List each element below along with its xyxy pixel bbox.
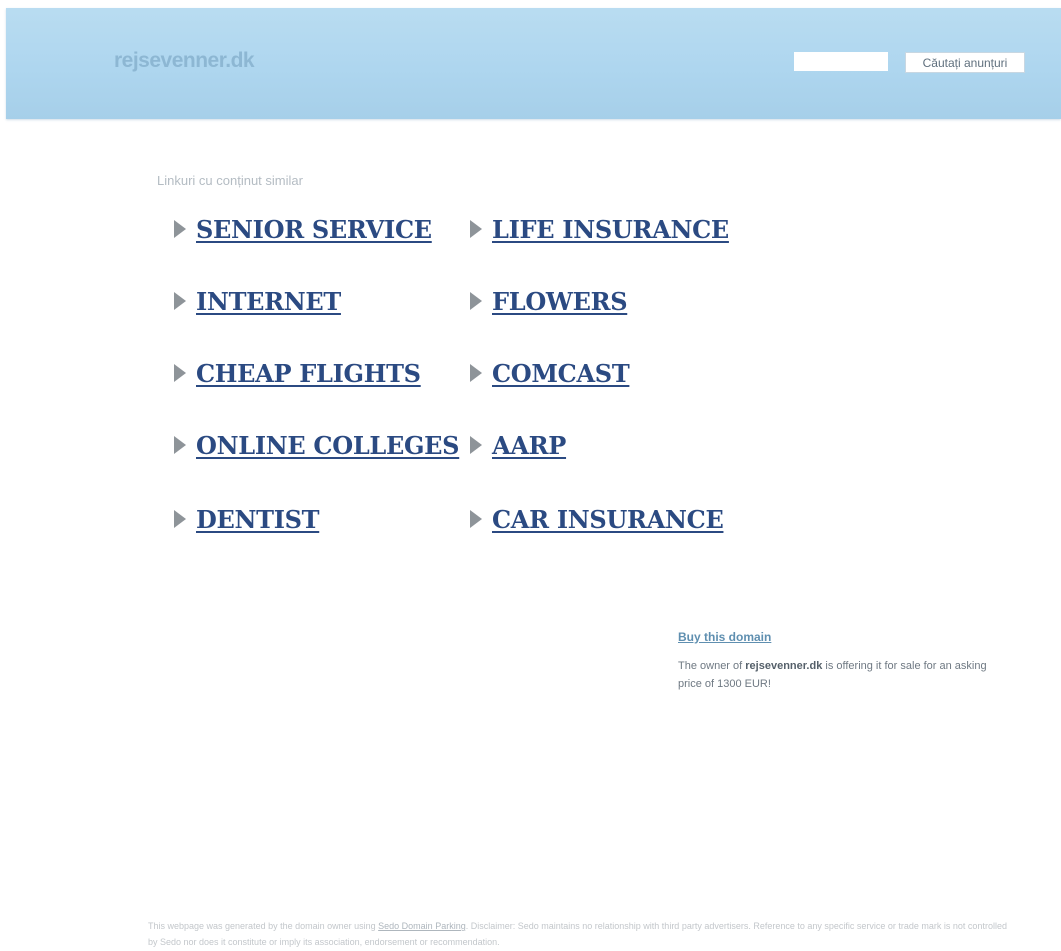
related-link-senior-service[interactable]: SENIOR SERVICE xyxy=(174,212,432,246)
related-link-cheap-flights[interactable]: CHEAP FLIGHTS xyxy=(174,356,421,390)
header-bar: rejsevenner.dk Căutați anunțuri xyxy=(6,8,1061,119)
arrow-right-icon xyxy=(470,510,482,528)
arrow-right-icon xyxy=(174,292,186,310)
related-link-label[interactable]: INTERNET xyxy=(196,287,341,316)
arrow-right-icon xyxy=(174,220,186,238)
domain-sale-box: Buy this domain The owner of rejsevenner… xyxy=(678,630,1008,693)
related-link-label[interactable]: DENTIST xyxy=(196,505,320,534)
sale-domain-name: rejsevenner.dk xyxy=(745,660,823,672)
related-link-life-insurance[interactable]: LIFE INSURANCE xyxy=(470,212,729,246)
related-link-car-insurance[interactable]: CAR INSURANCE xyxy=(470,502,724,536)
page: rejsevenner.dk Căutați anunțuri Linkuri … xyxy=(0,0,1061,951)
related-link-label[interactable]: COMCAST xyxy=(492,359,630,388)
arrow-right-icon xyxy=(174,364,186,382)
arrow-right-icon xyxy=(470,436,482,454)
related-link-label[interactable]: FLOWERS xyxy=(492,287,628,316)
related-link-label[interactable]: LIFE INSURANCE xyxy=(492,215,729,244)
related-link-internet[interactable]: INTERNET xyxy=(174,284,341,318)
related-link-comcast[interactable]: COMCAST xyxy=(470,356,630,390)
sale-description: The owner of rejsevenner.dk is offering … xyxy=(678,657,1008,693)
arrow-right-icon xyxy=(470,292,482,310)
search-ads-button[interactable]: Căutați anunțuri xyxy=(905,52,1025,73)
buy-domain-link[interactable]: Buy this domain xyxy=(678,630,1008,644)
related-link-aarp[interactable]: AARP xyxy=(470,428,566,462)
related-links-grid: SENIOR SERVICE LIFE INSURANCE INTERNET F… xyxy=(174,212,774,552)
arrow-right-icon xyxy=(470,364,482,382)
related-link-label[interactable]: CAR INSURANCE xyxy=(492,505,724,534)
related-links-heading: Linkuri cu conținut similar xyxy=(157,173,303,188)
related-link-online-colleges[interactable]: ONLINE COLLEGES xyxy=(174,428,460,462)
related-link-label[interactable]: AARP xyxy=(492,431,566,460)
related-link-flowers[interactable]: FLOWERS xyxy=(470,284,628,318)
footer-disclaimer: This webpage was generated by the domain… xyxy=(148,918,1008,950)
site-logo[interactable]: rejsevenner.dk xyxy=(114,49,255,73)
arrow-right-icon xyxy=(174,436,186,454)
related-link-label[interactable]: SENIOR SERVICE xyxy=(196,215,432,244)
footer-text-before-link: This webpage was generated by the domain… xyxy=(148,921,379,931)
related-link-dentist[interactable]: DENTIST xyxy=(174,502,320,536)
arrow-right-icon xyxy=(174,510,186,528)
search-input[interactable] xyxy=(794,52,888,71)
sale-text-prefix: The owner of xyxy=(678,660,746,672)
sedo-parking-link[interactable]: Sedo Domain Parking xyxy=(378,921,466,931)
related-link-label[interactable]: ONLINE COLLEGES xyxy=(196,431,460,460)
related-link-label[interactable]: CHEAP FLIGHTS xyxy=(196,359,421,388)
arrow-right-icon xyxy=(470,220,482,238)
